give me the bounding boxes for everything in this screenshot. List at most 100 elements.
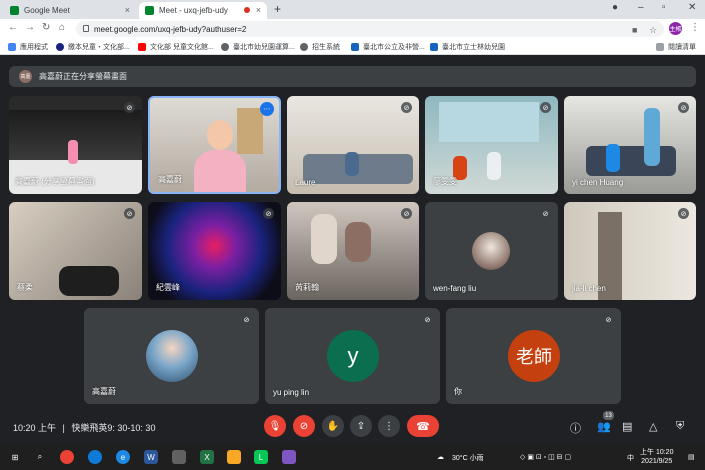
mic-off-icon: ⊘ xyxy=(678,102,689,113)
chrome-icon[interactable] xyxy=(60,450,74,464)
more-options-icon[interactable]: ⋯ xyxy=(260,102,274,116)
host-controls-button[interactable]: ⛨ xyxy=(676,420,684,433)
presentation-banner: 高嘉 高嘉蔚正在分享螢幕畫面 xyxy=(9,66,696,87)
child-figure xyxy=(311,214,337,264)
presenter-figure xyxy=(68,140,78,164)
new-tab-button[interactable]: + xyxy=(274,2,281,16)
tab-meet-call[interactable]: Meet - uxq-jefb-udy × xyxy=(139,2,267,19)
excel-icon[interactable]: X xyxy=(200,450,214,464)
bookmark-item[interactable]: 臺北市立士林幼兒園 xyxy=(430,42,505,52)
edge-icon[interactable] xyxy=(88,450,102,464)
people-button[interactable]: 👥 xyxy=(597,420,611,433)
home-icon[interactable]: ⌂ xyxy=(59,22,65,33)
file-explorer-icon[interactable] xyxy=(227,450,241,464)
participant-tile[interactable]: ⊘ 高嘉蔚 (分享螢幕畫面) xyxy=(9,96,142,194)
weather-icon[interactable]: ☁ xyxy=(437,453,444,461)
chat-button[interactable]: ▤ xyxy=(622,420,632,433)
notification-icon[interactable]: ▤ xyxy=(688,453,695,461)
avatar: 高嘉 xyxy=(19,70,32,83)
forward-icon[interactable]: → xyxy=(25,22,35,33)
camera-icon[interactable]: ■ xyxy=(632,25,637,35)
bookmark-item[interactable]: 臺北市公立及非營... xyxy=(351,42,425,52)
globe-icon xyxy=(300,43,308,51)
close-window-icon[interactable]: ✕ xyxy=(688,2,696,13)
mic-off-icon: ⊘ xyxy=(540,208,551,219)
participant-tile[interactable]: 老師 ⊘ 你 xyxy=(446,308,621,404)
bookmark-star-icon[interactable]: ☆ xyxy=(649,25,657,36)
app-icon[interactable] xyxy=(282,450,296,464)
participant-tile[interactable]: ⊘ 蔡柔 xyxy=(9,202,142,300)
camera-toggle-button[interactable]: ⊘ xyxy=(293,415,315,437)
line-icon[interactable]: L xyxy=(254,450,268,464)
word-icon[interactable]: W xyxy=(144,450,158,464)
ie-icon[interactable]: e xyxy=(116,450,130,464)
menu-icon[interactable]: ⋮ xyxy=(690,22,700,33)
participant-tile[interactable]: y ⊘ yu ping lin xyxy=(265,308,440,404)
avatar[interactable]: 主帳 xyxy=(669,22,682,35)
participant-count-badge: 13 xyxy=(603,411,614,420)
activities-icon: △ xyxy=(649,421,658,433)
participant-tile[interactable]: ⊘ Laure xyxy=(287,96,419,194)
maximize-icon[interactable]: ▫ xyxy=(662,2,666,13)
mic-off-icon: ⊘ xyxy=(603,314,614,325)
site-icon xyxy=(430,43,438,51)
participant-tile[interactable]: ⊘ 芮莉翰 xyxy=(287,202,419,300)
participant-tile[interactable]: ⊘ wen-fang liu xyxy=(425,202,558,300)
shelf xyxy=(237,108,263,154)
window-icon[interactable] xyxy=(172,450,186,464)
info-icon: ⓘ xyxy=(570,423,581,435)
separator: | xyxy=(62,423,65,433)
participant-name: 紀雲峰 xyxy=(156,283,180,292)
minimize-icon[interactable]: – xyxy=(638,2,644,13)
participant-tile[interactable]: ⊘ jia-li chen xyxy=(564,202,696,300)
raise-hand-button[interactable]: ✋ xyxy=(322,415,344,437)
meet-favicon-icon xyxy=(10,6,19,15)
reading-list[interactable]: 閱讀清單 xyxy=(656,42,696,52)
weather-text[interactable]: 30°C 小雨 xyxy=(452,453,484,463)
mic-off-icon: ⊘ xyxy=(401,208,412,219)
tray-time: 上午 10:20 xyxy=(640,449,674,456)
back-icon[interactable]: ← xyxy=(8,22,18,33)
tab-search-icon[interactable]: ● xyxy=(612,2,618,13)
participant-tile[interactable]: ⊘ 廖雯雯 xyxy=(425,96,558,194)
participant-name: 高嘉蔚 (分享螢幕畫面) xyxy=(15,177,95,186)
bookmark-item[interactable]: 繳本兒童・文化部... xyxy=(56,42,130,52)
mic-off-icon: ⊘ xyxy=(540,102,551,113)
participant-tile[interactable]: ⊘ 紀雲峰 xyxy=(148,202,281,300)
site-icon xyxy=(56,43,64,51)
mic-off-icon: ⊘ xyxy=(422,314,433,325)
participant-tile[interactable]: ⊘ 高嘉蔚 xyxy=(84,308,259,404)
camera-off-icon: ⊘ xyxy=(299,420,309,432)
microphone-toggle-button[interactable]: 🎙 xyxy=(264,415,286,437)
mic-off-icon: ⊘ xyxy=(263,208,274,219)
meeting-info: 10:20 上午 | 快樂飛英9: 30-10: 30 xyxy=(13,421,155,434)
search-icon[interactable]: ⌕ xyxy=(33,450,47,464)
address-bar: ← → ↻ ⌂ meet.google.com/uxq-jefb-udy?aut… xyxy=(0,19,705,39)
ime-indicator[interactable]: 中 xyxy=(627,453,634,463)
url-field[interactable]: meet.google.com/uxq-jefb-udy?authuser=2 … xyxy=(76,21,664,37)
more-options-button[interactable]: ⋮ xyxy=(378,415,400,437)
bookmark-item[interactable]: 招生系統 xyxy=(300,42,340,52)
participant-tile[interactable]: ⋯ 高嘉蔚 xyxy=(148,96,281,194)
bookmark-item[interactable]: 文化部 兒童文化館... xyxy=(138,42,214,52)
participant-name: wen-fang liu xyxy=(433,284,477,293)
bookmark-apps[interactable]: 應用程式 xyxy=(8,42,48,52)
shield-icon: ⛨ xyxy=(676,420,685,432)
activities-button[interactable]: △ xyxy=(649,420,657,433)
close-icon[interactable]: × xyxy=(125,5,130,15)
tab-google-meet[interactable]: Google Meet × xyxy=(4,2,136,19)
close-icon[interactable]: × xyxy=(256,5,261,15)
participant-name: 蔡柔 xyxy=(17,283,33,292)
mic-off-icon: ⊘ xyxy=(401,102,412,113)
present-now-button[interactable]: ⇪ xyxy=(350,415,372,437)
participant-tile[interactable]: ⊘ yi chen Huang xyxy=(564,96,696,194)
tab-title: Google Meet xyxy=(24,6,70,15)
bookmark-item[interactable]: 臺北市幼兒園運算... xyxy=(221,42,295,52)
tray-icons[interactable]: ◇ ▣ ⊡ ▫ ◫ ⊟ ▢ xyxy=(520,453,571,461)
child-figure xyxy=(345,152,359,176)
clock[interactable]: 上午 10:20 2021/9/25 xyxy=(640,448,673,466)
reload-icon[interactable]: ↻ xyxy=(42,22,50,33)
leave-call-button[interactable]: ☎ xyxy=(407,415,439,437)
meeting-details-button[interactable]: ⓘ xyxy=(570,420,581,436)
windows-start-icon[interactable]: ⊞ xyxy=(8,450,22,464)
